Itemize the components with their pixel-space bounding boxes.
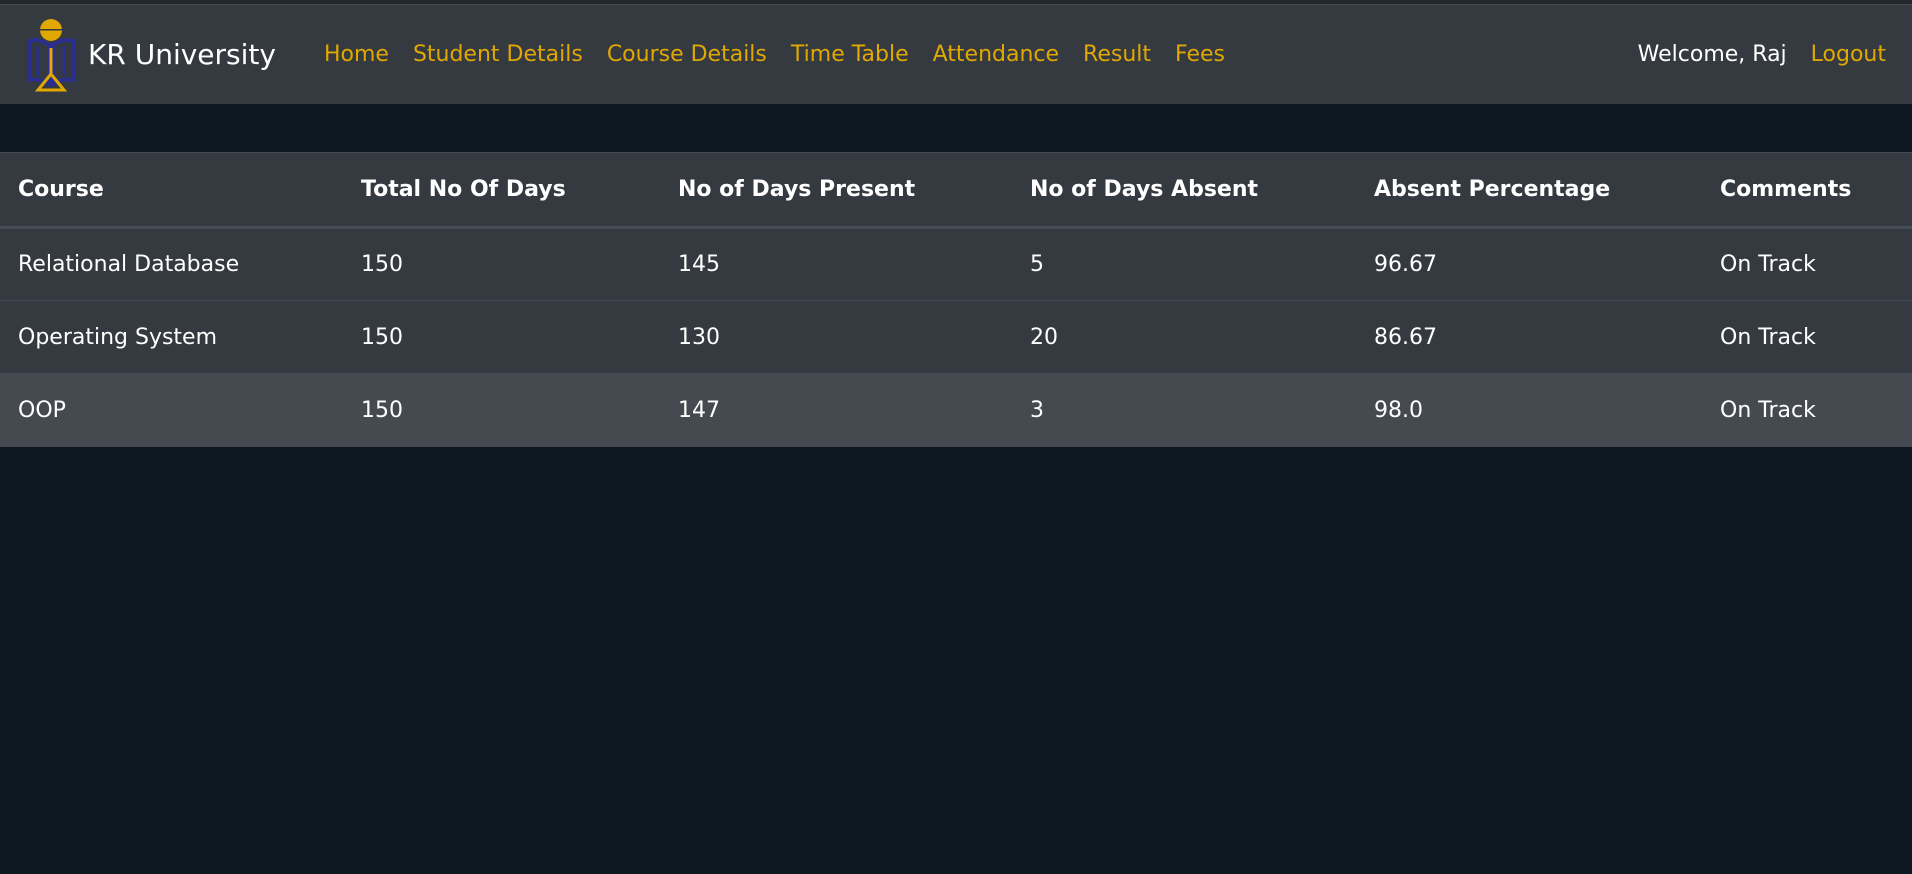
cell-comments: On Track (1702, 300, 1912, 374)
table-body: Relational Database 150 145 5 96.67 On T… (0, 227, 1912, 447)
cell-days-present: 147 (660, 373, 1012, 447)
cell-total-days: 150 (343, 373, 660, 447)
header-comments: Comments (1702, 152, 1912, 229)
cell-course: Relational Database (18, 252, 240, 277)
cell-days-present: 130 (660, 300, 1012, 374)
top-navbar: KR University Home Student Details Cours… (0, 5, 1912, 104)
user-area: Welcome, Raj Logout (1638, 5, 1886, 104)
header-course: Course (0, 152, 343, 229)
cell-course: OOP (0, 373, 343, 447)
cell-days-absent: 20 (1012, 300, 1356, 374)
welcome-text: Welcome, Raj (1637, 42, 1787, 67)
nav-link-time-table[interactable]: Time Table (791, 42, 909, 67)
table-row: Relational Database 150 145 5 96.67 On T… (0, 227, 1912, 301)
nav-link-result[interactable]: Result (1083, 42, 1151, 67)
university-logo-icon[interactable] (26, 18, 76, 92)
main-content: Course Total No Of Days No of Days Prese… (0, 104, 1912, 447)
cell-days-absent: 3 (1012, 373, 1356, 447)
header-days-absent: No of Days Absent (1012, 152, 1356, 229)
table-header: Course Total No Of Days No of Days Prese… (0, 152, 1912, 229)
cell-absent-percentage: 98.0 (1356, 373, 1702, 447)
header-total-days: Total No Of Days (343, 152, 660, 229)
nav-link-course-details[interactable]: Course Details (607, 42, 767, 67)
header-days-present: No of Days Present (660, 152, 1012, 229)
cell-comments: On Track (1720, 252, 1816, 277)
nav-link-fees[interactable]: Fees (1175, 42, 1225, 67)
header-absent-percentage: Absent Percentage (1356, 152, 1702, 229)
table-row: Operating System 150 130 20 86.67 On Tra… (0, 300, 1912, 374)
attendance-table: Course Total No Of Days No of Days Prese… (0, 152, 1912, 447)
table-row: OOP 150 147 3 98.0 On Track (0, 373, 1912, 447)
cell-course: Operating System (0, 300, 343, 374)
table-header-row: Course Total No Of Days No of Days Prese… (0, 152, 1912, 229)
cell-days-absent: 5 (1030, 252, 1044, 277)
nav-link-home[interactable]: Home (324, 42, 389, 67)
nav-link-attendance[interactable]: Attendance (933, 42, 1059, 67)
cell-total-days: 150 (361, 252, 403, 277)
cell-comments: On Track (1702, 373, 1912, 447)
brand-name[interactable]: KR University (88, 38, 276, 71)
cell-total-days: 150 (343, 300, 660, 374)
cell-absent-percentage: 96.67 (1374, 252, 1437, 277)
nav-link-student-details[interactable]: Student Details (413, 42, 583, 67)
nav-links: Home Student Details Course Details Time… (300, 42, 1225, 67)
logout-link[interactable]: Logout (1811, 42, 1886, 67)
cell-absent-percentage: 86.67 (1356, 300, 1702, 374)
cell-days-present: 145 (678, 252, 720, 277)
